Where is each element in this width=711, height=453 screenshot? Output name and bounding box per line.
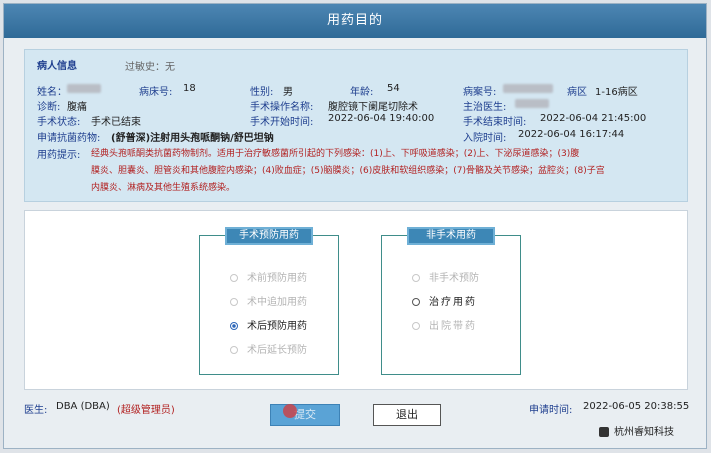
allergy-info: 过敏史：无: [125, 62, 175, 73]
gender-value: 男: [283, 87, 293, 98]
nonsurgical-group-title: 非手术用药: [407, 227, 495, 245]
radio-icon: [230, 274, 238, 282]
dialog-title: 用药目的: [4, 4, 706, 38]
hint-line-3: 内膜炎、淋病及其他生殖系统感染。: [91, 183, 236, 193]
surgical-prophylaxis-group: 手术预防用药 术前预防用药 术中追加用药 术后预防用药 术后延长预防: [199, 227, 339, 375]
purpose-selection-panel: 手术预防用药 术前预防用药 术中追加用药 术后预防用药 术后延长预防 非手术用药…: [24, 210, 688, 390]
hint-label: 用药提示:: [37, 150, 81, 161]
company-logo-icon: [599, 427, 609, 437]
section-title: 病人信息: [37, 61, 77, 72]
admit-label: 入院时间:: [463, 133, 507, 144]
op-end-value: 2022-06-04 21:45:00: [540, 113, 647, 124]
op-end-label: 手术结束时间:: [463, 117, 527, 128]
option-postop-prophylaxis[interactable]: 术后预防用药: [230, 317, 307, 332]
radio-icon: [412, 322, 420, 330]
option-intraop-additional: 术中追加用药: [230, 293, 307, 308]
option-treatment[interactable]: 治疗用药: [412, 293, 477, 308]
record-label: 病案号:: [463, 87, 497, 98]
drug-label: 申请抗菌药物:: [37, 133, 101, 144]
exit-button[interactable]: 退出: [373, 404, 441, 426]
submit-button[interactable]: 提交: [270, 404, 340, 426]
op-name-label: 手术操作名称:: [250, 102, 314, 113]
op-start-value: 2022-06-04 19:40:00: [328, 113, 435, 124]
gender-label: 性别:: [250, 87, 274, 98]
surgical-group-title: 手术预防用药: [225, 227, 313, 245]
doctor-label: 医生:: [24, 405, 48, 416]
op-start-label: 手术开始时间:: [250, 117, 314, 128]
mouse-cursor-indicator: [283, 404, 297, 418]
option-preop-prophylaxis: 术前预防用药: [230, 269, 307, 284]
bed-label: 病床号:: [139, 87, 173, 98]
diagnosis-value: 腹痛: [67, 102, 87, 113]
request-time-value: 2022-06-05 20:38:55: [583, 401, 690, 412]
age-value: 54: [387, 83, 400, 94]
radio-icon: [412, 274, 420, 282]
redacted-name: [67, 83, 101, 94]
bed-value: 18: [183, 83, 196, 94]
diagnosis-label: 诊断:: [37, 102, 61, 113]
name-label: 姓名：: [37, 87, 67, 98]
age-label: 年龄:: [350, 87, 374, 98]
redacted-record: [503, 83, 553, 94]
patient-info-panel: 病人信息 过敏史：无 姓名： 病床号: 18 性别: 男 年龄: 54 病案号:…: [24, 49, 688, 202]
radio-icon[interactable]: [412, 298, 420, 306]
doctor-value: DBA (DBA): [56, 401, 110, 412]
company-logo: 杭州睿知科技: [599, 423, 674, 438]
request-time-label: 申请时间:: [529, 405, 573, 416]
radio-checked-icon[interactable]: [230, 322, 238, 330]
admit-value: 2022-06-04 16:17:44: [518, 129, 625, 140]
ward-label: 病区: [567, 87, 587, 98]
option-postop-extended: 术后延长预防: [230, 341, 307, 356]
op-name-value: 腹腔镜下阑尾切除术: [328, 102, 418, 113]
option-nonsurgical-prophylaxis: 非手术预防: [412, 269, 479, 284]
op-status-value: 手术已结束: [91, 117, 141, 128]
medication-purpose-dialog: 用药目的 病人信息 过敏史：无 姓名： 病床号: 18 性别: 男 年龄: 54…: [3, 3, 707, 449]
radio-icon: [230, 346, 238, 354]
ward-value: 1-16病区: [595, 87, 638, 98]
option-discharge-medication: 出院带药: [412, 317, 477, 332]
attending-label: 主治医生:: [463, 102, 507, 113]
hint-line-1: 经典头孢哌酮类抗菌药物制剂。适用于治疗敏感菌所引起的下列感染：(1)上、下呼吸道…: [91, 149, 580, 159]
drug-value: (舒普深)注射用头孢哌酮钠/舒巴坦钠: [111, 133, 274, 144]
radio-icon: [230, 298, 238, 306]
doctor-role: (超级管理员): [117, 405, 175, 416]
hint-line-2: 膜炎、胆囊炎、胆管炎和其他腹腔内感染；(4)败血症；(5)脑膜炎；(6)皮肤和软…: [91, 166, 605, 176]
redacted-attending: [515, 98, 549, 109]
nonsurgical-group: 非手术用药 非手术预防 治疗用药 出院带药: [381, 227, 521, 375]
op-status-label: 手术状态:: [37, 117, 81, 128]
